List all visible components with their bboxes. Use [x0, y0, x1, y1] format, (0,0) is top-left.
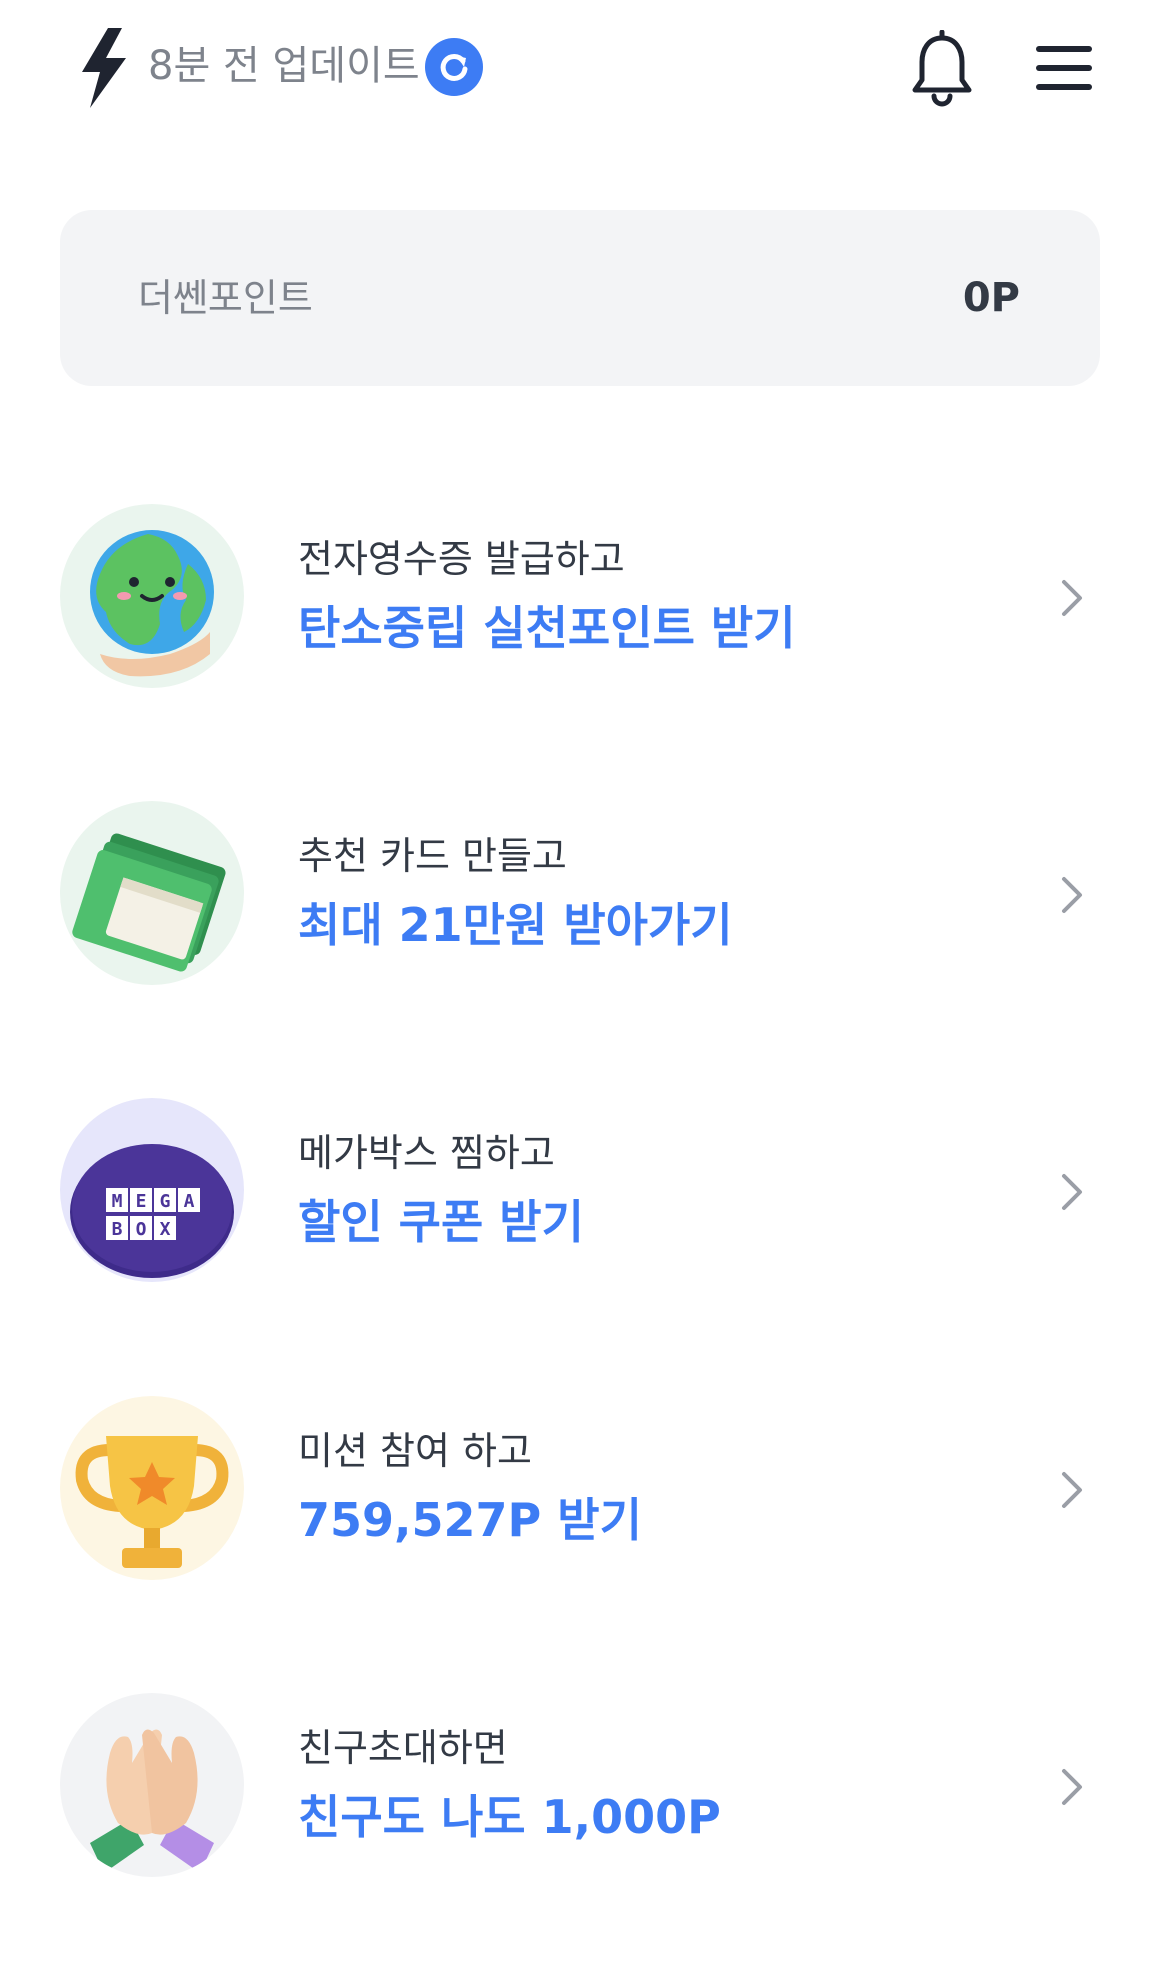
svg-text:G: G [160, 1191, 171, 1212]
item-title: 할인 쿠폰 받기 [298, 1195, 584, 1249]
megabox-logo: M E G A B O X [60, 1098, 244, 1282]
item-title: 최대 21만원 받아가기 [298, 898, 733, 952]
svg-text:O: O [136, 1219, 147, 1240]
menu-line-icon [1036, 65, 1092, 71]
item-title: 탄소중립 실천포인트 받기 [298, 601, 796, 655]
svg-text:E: E [136, 1191, 147, 1212]
refresh-icon [440, 53, 468, 81]
item-subtitle: 전자영수증 발급하고 [298, 537, 625, 581]
trophy-icon [60, 1396, 244, 1580]
item-title: 친구도 나도 1,000P [298, 1790, 721, 1844]
refresh-button[interactable] [425, 38, 483, 96]
globe-hand-icon [60, 504, 244, 688]
hamburger-menu-button[interactable] [1036, 46, 1092, 90]
lightning-bolt-icon [82, 28, 126, 108]
points-label: 더쎈포인트 [138, 276, 313, 320]
svg-text:X: X [160, 1219, 171, 1240]
item-title: 759,527P 받기 [298, 1493, 642, 1547]
chevron-right-icon [1062, 1472, 1082, 1508]
menu-line-icon [1036, 46, 1092, 52]
chevron-right-icon [1062, 1174, 1082, 1210]
points-value: 0P [962, 275, 1020, 321]
high-five-icon [60, 1693, 244, 1877]
chevron-right-icon [1062, 877, 1082, 913]
list-item-mission[interactable]: 미션 참여 하고 759,527P 받기 [0, 1396, 1170, 1596]
top-bar: 8분 전 업데이트 [0, 0, 1170, 140]
list-item-megabox[interactable]: M E G A B O X 메가박스 찜하고 할인 쿠폰 받기 [0, 1098, 1170, 1298]
item-subtitle: 미션 참여 하고 [298, 1429, 532, 1473]
points-card[interactable]: 더쎈포인트 0P [60, 210, 1100, 386]
list-item-card-signup[interactable]: 추천 카드 만들고 최대 21만원 받아가기 [0, 801, 1170, 1001]
item-subtitle: 메가박스 찜하고 [298, 1131, 555, 1175]
item-subtitle: 추천 카드 만들고 [298, 834, 567, 878]
svg-text:B: B [112, 1219, 123, 1240]
svg-text:M: M [112, 1191, 123, 1212]
chevron-right-icon [1062, 1769, 1082, 1805]
update-status-text: 8분 전 업데이트 [148, 43, 420, 89]
list-item-invite-friends[interactable]: 친구초대하면 친구도 나도 1,000P [0, 1693, 1170, 1893]
svg-text:A: A [184, 1191, 195, 1212]
money-stack-icon [60, 801, 244, 985]
item-subtitle: 친구초대하면 [298, 1726, 508, 1770]
list-item-eco-receipt[interactable]: 전자영수증 발급하고 탄소중립 실천포인트 받기 [0, 504, 1170, 704]
notification-bell-icon[interactable] [910, 30, 974, 108]
chevron-right-icon [1062, 580, 1082, 616]
menu-line-icon [1036, 84, 1092, 90]
